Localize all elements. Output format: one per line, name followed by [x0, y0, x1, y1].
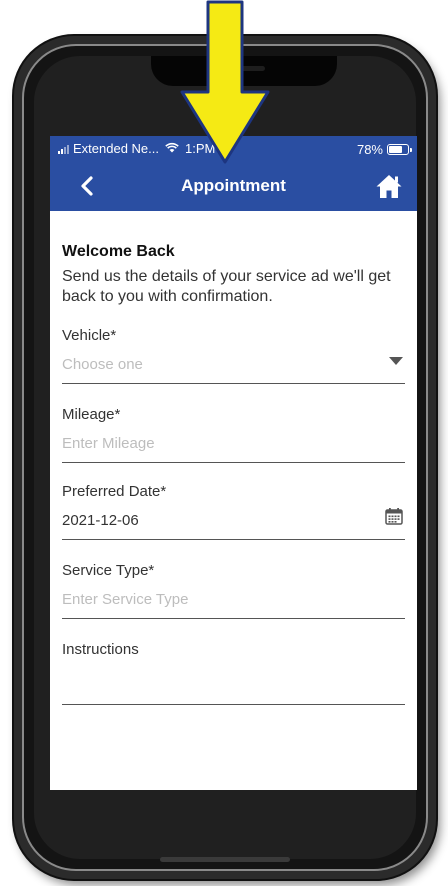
vehicle-label: Vehicle*: [62, 327, 117, 344]
instructions-input[interactable]: [62, 658, 405, 704]
home-button[interactable]: [375, 173, 403, 199]
service-type-label: Service Type*: [62, 562, 155, 579]
mileage-input[interactable]: Enter Mileage: [62, 423, 405, 462]
down-arrow-annotation-icon: [180, 0, 270, 164]
vehicle-placeholder: Choose one: [62, 356, 143, 373]
mileage-field[interactable]: Mileage* Enter Mileage: [62, 406, 405, 463]
battery-percent: 78%: [356, 142, 383, 157]
service-type-field[interactable]: Service Type* Enter Service Type: [62, 562, 405, 619]
preferred-date-value[interactable]: 2021-12-06: [62, 500, 405, 539]
battery-status: 78%: [356, 142, 412, 157]
back-button[interactable]: [72, 171, 102, 201]
instructions-label: Instructions: [62, 641, 139, 658]
dropdown-caret-icon[interactable]: [389, 357, 403, 365]
signal-icon: [58, 144, 69, 154]
service-type-input[interactable]: Enter Service Type: [62, 579, 405, 618]
wifi-icon: [165, 142, 179, 156]
welcome-heading: Welcome Back: [62, 243, 175, 260]
preferred-date-field[interactable]: Preferred Date* 2021-12-06: [62, 483, 405, 540]
carrier-name: Extended Ne...: [73, 141, 159, 156]
home-icon: [376, 175, 402, 198]
page-title: Appointment: [181, 176, 286, 195]
instructions-field[interactable]: Instructions: [62, 641, 405, 705]
mileage-label: Mileage*: [62, 406, 121, 423]
preferred-date-label: Preferred Date*: [62, 483, 167, 500]
home-indicator: [160, 857, 290, 862]
app-screen: Extended Ne... 1:PM 78% Appointment Welc…: [50, 136, 417, 790]
form-content: Welcome Back Send us the details of your…: [50, 243, 417, 705]
calendar-icon[interactable]: [385, 507, 403, 525]
battery-icon: [387, 144, 412, 155]
vehicle-select[interactable]: Vehicle* Choose one: [62, 327, 405, 384]
intro-text: Send us the details of your service ad w…: [62, 268, 391, 305]
nav-bar: Appointment: [50, 161, 417, 211]
back-chevron-icon: [81, 176, 93, 196]
